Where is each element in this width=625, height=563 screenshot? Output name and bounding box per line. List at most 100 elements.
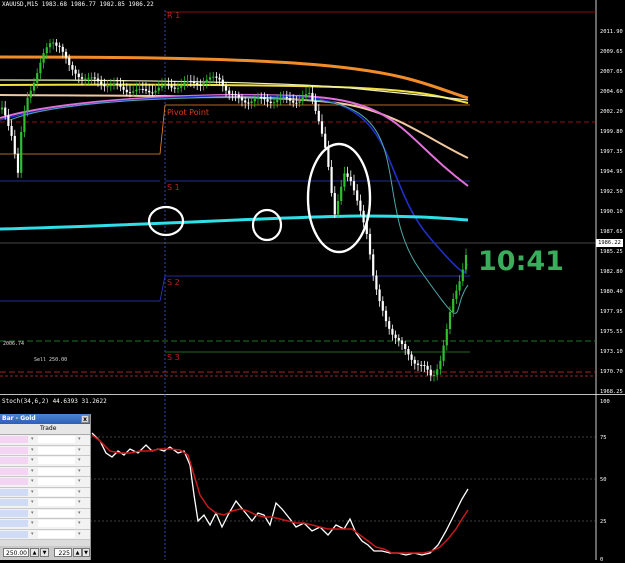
candle-body <box>87 77 90 79</box>
candle-body <box>464 254 468 270</box>
price-tick-label: 1980.40 <box>600 289 623 295</box>
row-value-cell[interactable] <box>38 446 75 454</box>
candle-body <box>298 101 301 103</box>
panel-row[interactable]: ▾ ▾ <box>0 456 90 467</box>
row-value-cell[interactable] <box>38 467 75 475</box>
stochastic-tick-label: 75 <box>600 435 607 441</box>
row-value-cell[interactable] <box>38 509 75 517</box>
arrow-down-icon[interactable]: ▼ <box>40 548 49 557</box>
count-input[interactable]: 225 <box>54 548 72 557</box>
candle-body <box>436 369 439 375</box>
row-color-cell[interactable] <box>0 436 28 443</box>
panel-row[interactable]: ▾ ▾ <box>0 498 90 509</box>
candle-body <box>253 98 256 102</box>
arrow-up-icon[interactable]: ▲ <box>73 548 82 557</box>
stochastic-tick-label: 50 <box>600 477 607 483</box>
stochastic-chart[interactable] <box>0 395 625 560</box>
chevron-down-icon[interactable]: ▾ <box>31 457 34 463</box>
panel-row[interactable]: ▾ ▾ <box>0 477 90 488</box>
chevron-down-icon[interactable]: ▾ <box>31 499 34 505</box>
candle-body <box>250 101 253 103</box>
panel-titlebar[interactable]: Bar - Gold x <box>0 414 90 424</box>
price-tick-label: 1982.80 <box>600 269 623 275</box>
panel-row[interactable]: ▾ ▾ <box>0 487 90 498</box>
chevron-down-icon[interactable]: ▾ <box>31 510 34 516</box>
row-value-cell[interactable] <box>38 436 75 443</box>
candle-body <box>234 94 237 96</box>
arrow-up-icon[interactable]: ▲ <box>30 548 39 557</box>
candle-body <box>362 210 365 223</box>
chevron-down-icon[interactable]: ▾ <box>78 436 81 442</box>
candle-body <box>173 87 176 89</box>
price-tick-label: 1973.10 <box>600 349 623 355</box>
chevron-down-icon[interactable]: ▾ <box>78 447 81 453</box>
row-color-cell[interactable] <box>0 530 28 538</box>
row-value-cell[interactable] <box>38 520 75 527</box>
price-tick-label: 1985.25 <box>600 249 623 255</box>
panel-row[interactable]: ▾ ▾ <box>0 519 90 530</box>
row-value-cell[interactable] <box>38 499 75 506</box>
candle-body <box>116 83 119 85</box>
row-color-cell[interactable] <box>0 467 28 475</box>
row-color-cell[interactable] <box>0 509 28 517</box>
candle-body <box>228 90 231 94</box>
chevron-down-icon[interactable]: ▾ <box>78 489 81 495</box>
chevron-down-icon[interactable]: ▾ <box>78 457 81 463</box>
lot-size-input[interactable]: 250.00 <box>3 548 29 557</box>
chevron-down-icon[interactable]: ▾ <box>78 499 81 505</box>
s1-label: S 1 <box>167 183 180 192</box>
trade-panel[interactable]: Bar - Gold x Trade ▾ ▾ ▾ ▾ ▾ ▾ ▾ ▾ ▾ ▾ ▾ ▾ ▾ ▾ ▾ ▾ ▾ ▾ ▾ ▾ … <box>0 414 91 560</box>
price-chart[interactable] <box>0 0 625 395</box>
panel-header: Trade <box>0 424 90 435</box>
chevron-down-icon[interactable]: ▾ <box>31 447 34 453</box>
chevron-down-icon[interactable]: ▾ <box>78 531 81 537</box>
candle-body <box>269 101 272 103</box>
panel-row[interactable]: ▾ ▾ <box>0 466 90 477</box>
chevron-down-icon[interactable]: ▾ <box>31 531 34 537</box>
chevron-down-icon[interactable]: ▾ <box>31 489 34 495</box>
chevron-down-icon[interactable]: ▾ <box>78 510 81 516</box>
candle-body <box>404 344 407 349</box>
chevron-down-icon[interactable]: ▾ <box>78 478 81 484</box>
candle-body <box>356 190 359 201</box>
candle-body <box>224 85 228 91</box>
row-value-cell[interactable] <box>38 478 75 485</box>
chevron-down-icon[interactable]: ▾ <box>31 478 34 484</box>
candle-body <box>240 97 244 101</box>
pivot-label: Pivot Point <box>167 108 210 117</box>
chevron-down-icon[interactable]: ▾ <box>78 468 81 474</box>
chevron-down-icon[interactable]: ▾ <box>31 468 34 474</box>
chevron-down-icon[interactable]: ▾ <box>31 436 34 442</box>
stochastic-tick-label: 25 <box>600 519 607 525</box>
panel-row[interactable]: ▾ ▾ <box>0 508 90 519</box>
price-tick-label: 1990.10 <box>600 209 623 215</box>
candle-body <box>429 369 432 376</box>
chevron-down-icon[interactable]: ▾ <box>31 520 34 526</box>
price-tick-label: 2004.60 <box>600 89 623 95</box>
panel-row[interactable]: ▾ ▾ <box>0 435 90 446</box>
row-color-cell[interactable] <box>0 488 28 496</box>
row-color-cell[interactable] <box>0 478 28 485</box>
row-color-cell[interactable] <box>0 457 28 464</box>
row-value-cell[interactable] <box>38 488 75 496</box>
row-color-cell[interactable] <box>0 520 28 527</box>
candle-body <box>36 73 39 83</box>
candle-body <box>231 93 234 95</box>
order-label-sell: Sell 250.00 <box>34 357 68 363</box>
panel-row[interactable]: ▾ ▾ <box>0 529 90 540</box>
panel-row[interactable]: ▾ ▾ <box>0 445 90 456</box>
candle-body <box>442 345 445 361</box>
row-value-cell[interactable] <box>38 457 75 464</box>
candle-body <box>311 92 314 101</box>
close-icon[interactable]: x <box>81 415 89 423</box>
row-color-cell[interactable] <box>0 446 28 454</box>
row-value-cell[interactable] <box>38 530 75 538</box>
stochastic-tick-label: 0 <box>600 557 604 563</box>
chevron-down-icon[interactable]: ▾ <box>78 520 81 526</box>
arrow-down-icon[interactable]: ▼ <box>82 548 90 557</box>
candle-body <box>144 89 148 91</box>
candle-body <box>205 79 208 83</box>
candle-body <box>170 85 173 88</box>
candle-body <box>196 83 199 85</box>
row-color-cell[interactable] <box>0 499 28 506</box>
